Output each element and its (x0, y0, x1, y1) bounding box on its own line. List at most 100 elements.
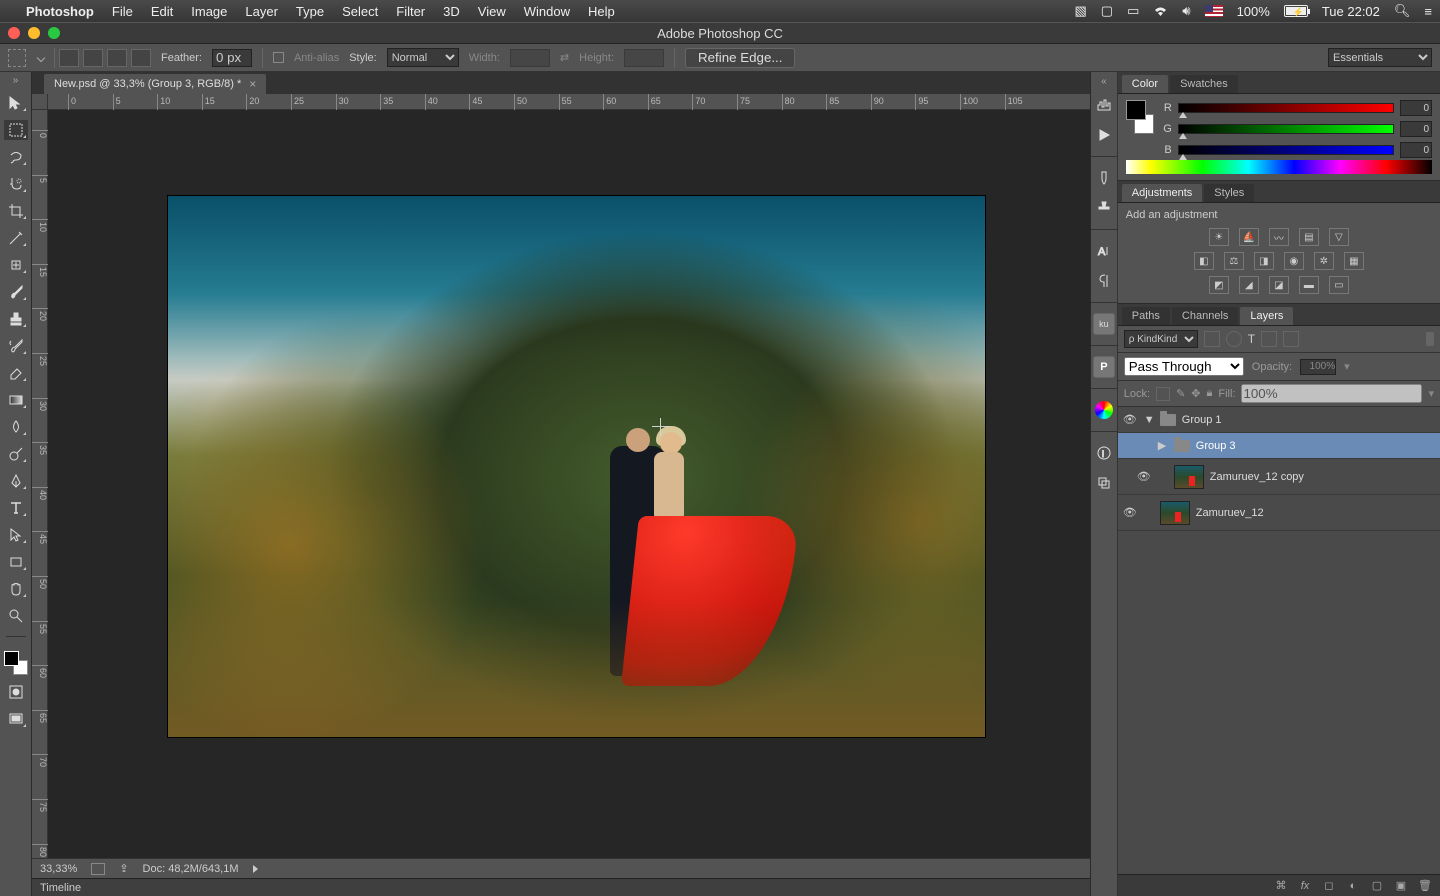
height-input[interactable] (624, 49, 664, 67)
dodge-tool[interactable] (4, 444, 28, 464)
wifi-icon[interactable] (1153, 5, 1168, 17)
filter-pixel-icon[interactable] (1204, 331, 1220, 347)
move-tool[interactable] (4, 93, 28, 113)
visibility-toggle[interactable]: 👁︎ (1122, 506, 1138, 519)
doc-info-menu-icon[interactable] (253, 865, 258, 873)
g-input[interactable] (1400, 121, 1432, 137)
r-input[interactable] (1400, 100, 1432, 116)
disclosure-icon[interactable]: ▼ (1144, 414, 1154, 426)
filter-adjust-icon[interactable] (1226, 331, 1242, 347)
menu-window[interactable]: Window (524, 4, 570, 19)
display-icon[interactable]: ▭ (1127, 3, 1139, 19)
adj-posterize-icon[interactable]: ◢ (1239, 276, 1259, 294)
color-fg-bg-swatch[interactable] (1126, 100, 1154, 134)
menu-select[interactable]: Select (342, 4, 378, 19)
filter-shape-icon[interactable] (1261, 331, 1277, 347)
layer-thumbnail[interactable] (1174, 465, 1204, 489)
ruler-origin[interactable] (32, 94, 48, 110)
adj-gradient-icon[interactable]: ▬ (1299, 276, 1319, 294)
tool-preset-dropdown-icon[interactable] (37, 53, 45, 61)
current-tool-icon[interactable] (8, 49, 26, 67)
filter-toggle[interactable] (1426, 332, 1434, 346)
r-slider[interactable] (1178, 103, 1394, 113)
healing-tool[interactable] (4, 255, 28, 275)
tab-color[interactable]: Color (1122, 75, 1168, 93)
stamp-tool[interactable] (4, 309, 28, 329)
crop-tool[interactable] (4, 201, 28, 221)
notification-icon[interactable]: ≡ (1424, 4, 1432, 19)
battery-percent[interactable]: 100% (1237, 4, 1270, 19)
fill-flyout-icon[interactable]: ▾ (1428, 387, 1434, 400)
quick-mask-icon[interactable] (4, 682, 28, 702)
marquee-tool[interactable] (4, 120, 28, 140)
brush-tool[interactable] (4, 282, 28, 302)
opacity-input[interactable] (1300, 359, 1336, 375)
layer-row-base[interactable]: 👁︎ Zamuruev_12 (1118, 495, 1440, 531)
character-panel-icon[interactable]: A (1093, 240, 1115, 262)
rail-collapse-icon[interactable]: « (1101, 76, 1107, 86)
refine-edge-button[interactable]: Refine Edge... (685, 48, 795, 68)
link-layers-icon[interactable]: ⌘ (1274, 879, 1288, 893)
hand-tool[interactable] (4, 579, 28, 599)
foreground-background-swatch[interactable] (4, 651, 28, 675)
eyedropper-tool[interactable] (4, 228, 28, 248)
doc-info[interactable]: Doc: 48,2M/643,1M (143, 863, 239, 875)
adj-lookup-icon[interactable]: ▦ (1344, 252, 1364, 270)
swap-wh-icon[interactable]: ⇄ (560, 51, 569, 64)
visibility-toggle[interactable]: 👁︎ (1136, 470, 1152, 483)
width-input[interactable] (510, 49, 550, 67)
fill-input[interactable] (1241, 384, 1422, 403)
selection-subtract-icon[interactable] (107, 49, 127, 67)
zoom-tool[interactable] (4, 606, 28, 626)
antialias-checkbox[interactable] (273, 52, 284, 63)
adj-bw-icon[interactable]: ◨ (1254, 252, 1274, 270)
style-select[interactable]: Normal (387, 48, 459, 67)
lock-position-icon[interactable]: ✥ (1191, 387, 1200, 400)
layer-thumbnail[interactable] (1160, 501, 1190, 525)
adj-vibrance-icon[interactable]: ▽ (1329, 228, 1349, 246)
layer-row-group1[interactable]: 👁︎ ▼ Group 1 (1118, 407, 1440, 433)
layer-row-copy[interactable]: 👁︎ Zamuruev_12 copy (1118, 459, 1440, 495)
layer-filter-select[interactable]: ρ KindKind (1124, 330, 1198, 348)
evernote-icon[interactable]: ▧ (1074, 3, 1086, 19)
filter-smart-icon[interactable] (1283, 331, 1299, 347)
blur-tool[interactable] (4, 417, 28, 437)
adj-levels-icon[interactable]: ⛵ (1239, 228, 1259, 246)
brush-panel-icon[interactable] (1093, 167, 1115, 189)
clone-source-panel-icon[interactable] (1093, 197, 1115, 219)
adj-threshold-icon[interactable]: ◪ (1269, 276, 1289, 294)
ruler-vertical[interactable]: 05101520253035404550556065707580 (32, 110, 48, 858)
canvas[interactable] (48, 110, 1090, 858)
b-input[interactable] (1400, 142, 1432, 158)
selection-new-icon[interactable] (59, 49, 79, 67)
new-layer-icon[interactable]: ▣ (1394, 879, 1408, 893)
new-adjustment-icon[interactable]: ◐ (1346, 879, 1360, 893)
path-select-tool[interactable] (4, 525, 28, 545)
menu-view[interactable]: View (478, 4, 506, 19)
opacity-flyout-icon[interactable]: ▾ (1344, 360, 1350, 373)
layers-shortcut-icon[interactable] (1093, 472, 1115, 494)
adj-invert-icon[interactable]: ◩ (1209, 276, 1229, 294)
play-panel-icon[interactable] (1093, 124, 1115, 146)
ruler-horizontal[interactable]: 0510152025303540455055606570758085909510… (48, 94, 1090, 110)
menu-3d[interactable]: 3D (443, 4, 460, 19)
colorwheel-panel-icon[interactable] (1093, 399, 1115, 421)
lock-all-icon[interactable]: 🔒︎ (1207, 387, 1213, 400)
shape-tool[interactable] (4, 552, 28, 572)
paragraph-panel-icon[interactable] (1093, 270, 1115, 292)
gradient-tool[interactable] (4, 390, 28, 410)
clock[interactable]: Tue 22:02 (1322, 4, 1380, 19)
toolbox-expand-icon[interactable]: » (0, 74, 31, 86)
portraiture-panel-icon[interactable]: P (1093, 356, 1115, 378)
layer-mask-icon[interactable]: ◻ (1322, 879, 1336, 893)
layer-row-group3[interactable]: ▶ Group 3 (1118, 433, 1440, 459)
tab-paths[interactable]: Paths (1122, 307, 1170, 325)
adj-curves-icon[interactable]: 〰 (1269, 228, 1289, 246)
adj-hue-icon[interactable]: ◧ (1194, 252, 1214, 270)
tab-layers[interactable]: Layers (1240, 307, 1293, 325)
color-spectrum[interactable] (1126, 160, 1432, 174)
new-group-icon[interactable]: ▢ (1370, 879, 1384, 893)
screen-mode-icon[interactable] (4, 709, 28, 729)
menu-image[interactable]: Image (191, 4, 227, 19)
menu-layer[interactable]: Layer (245, 4, 278, 19)
